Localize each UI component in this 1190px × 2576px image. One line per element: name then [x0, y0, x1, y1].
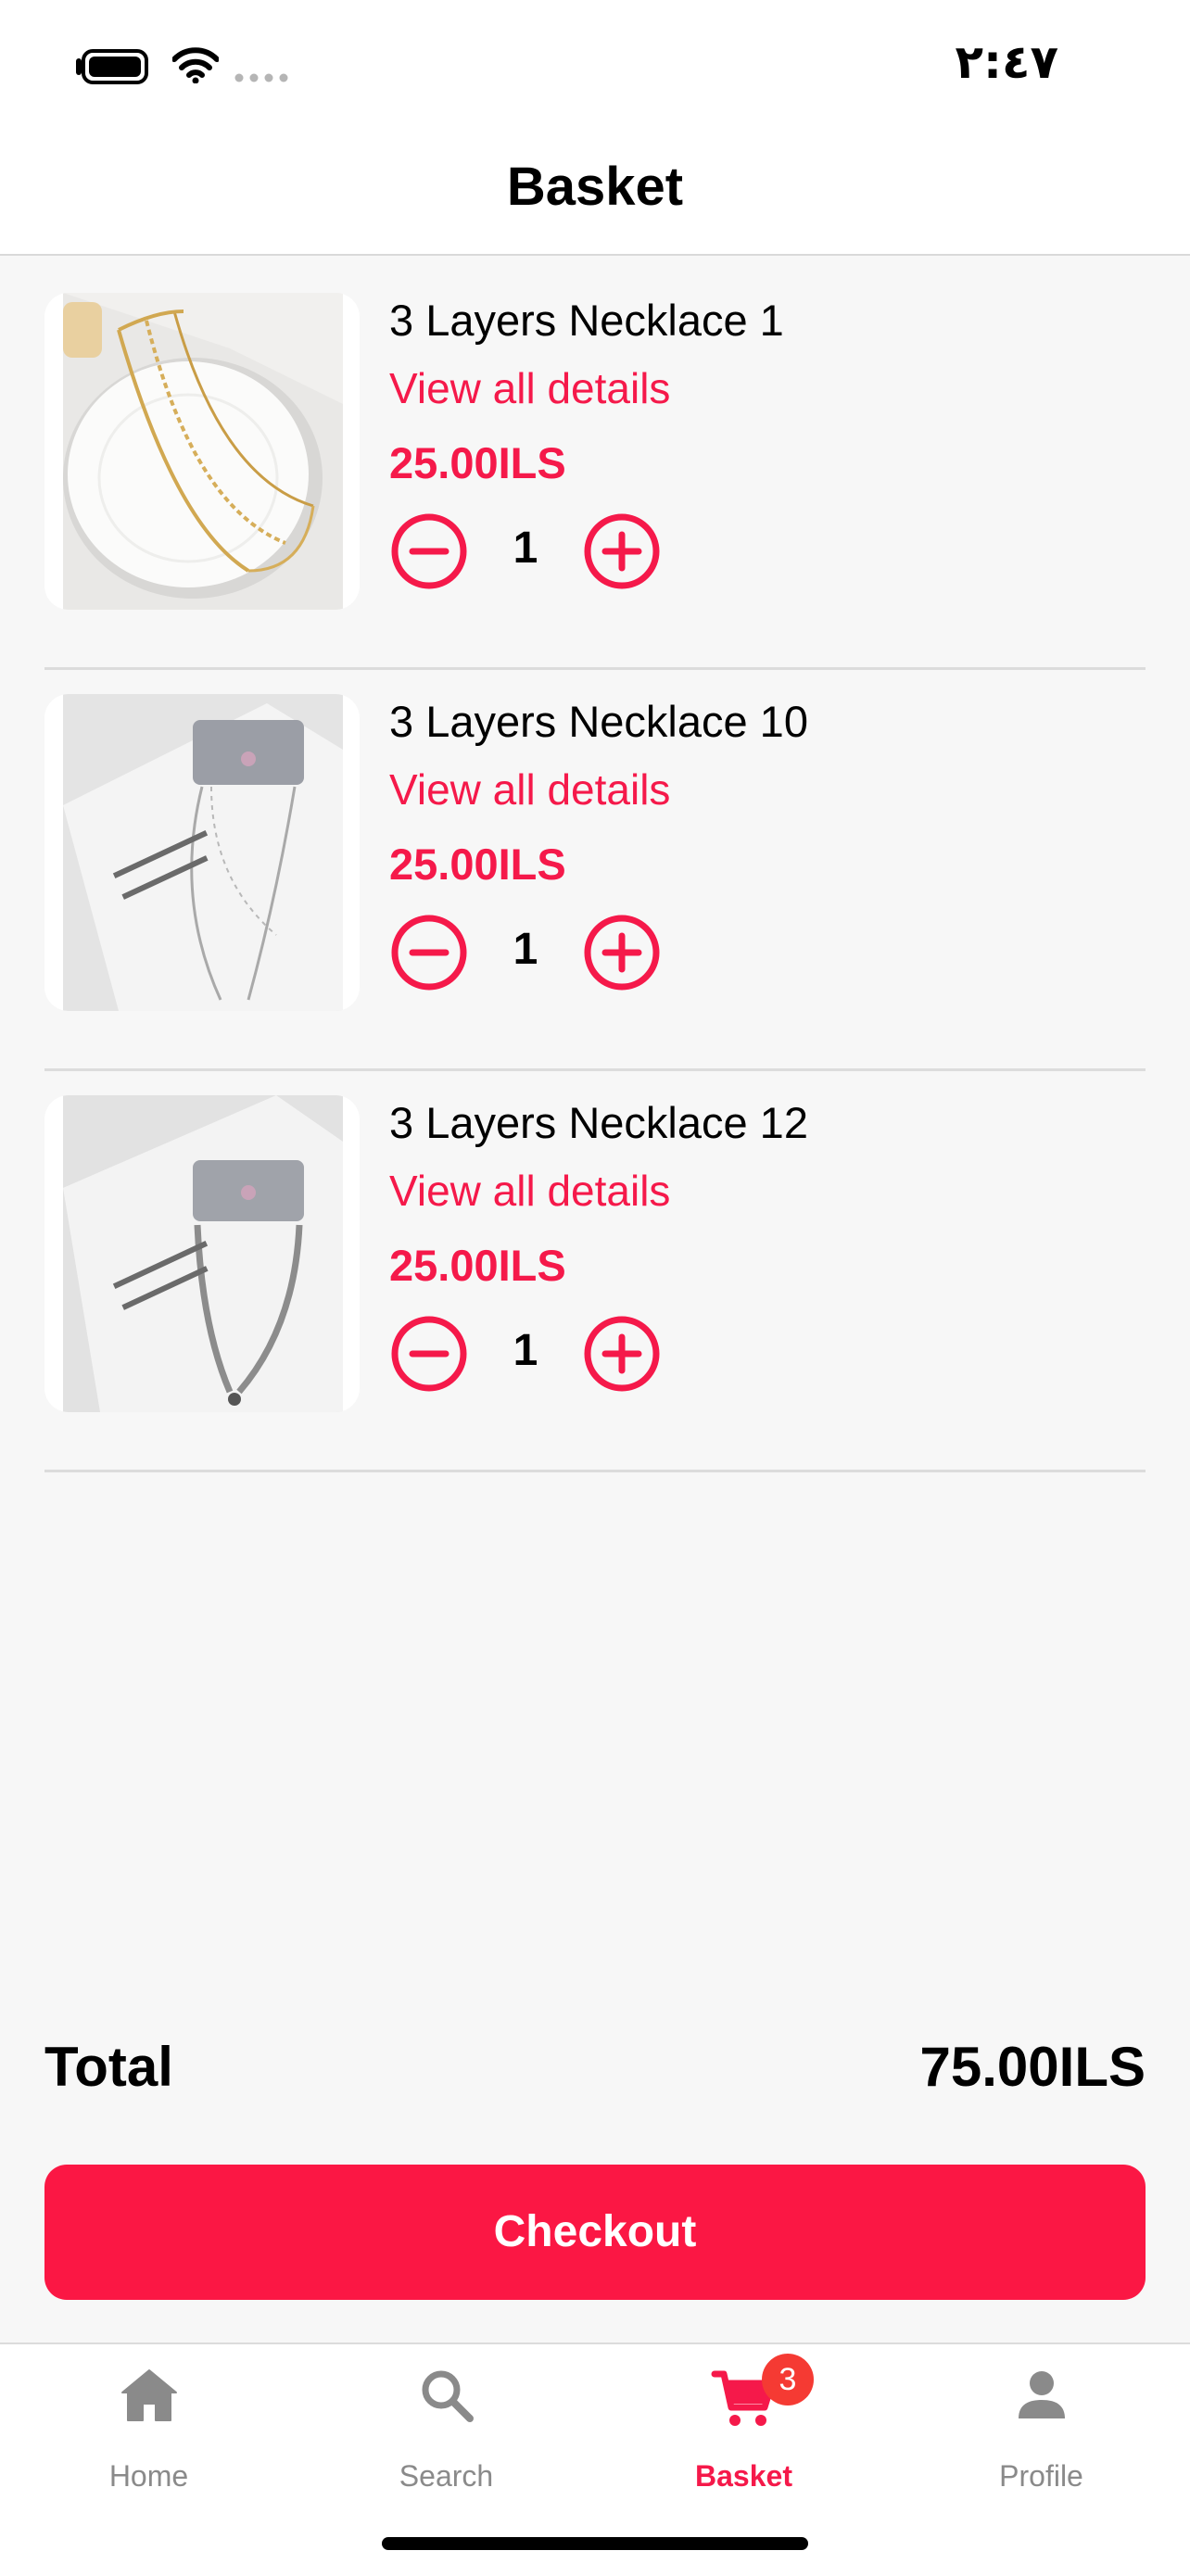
item-price: 25.00ILS — [389, 438, 566, 487]
tab-label: Search — [399, 2459, 494, 2493]
page-title: Basket — [506, 157, 684, 217]
tab-basket[interactable]: 3 Basket — [595, 2344, 892, 2511]
item-price: 25.00ILS — [389, 1241, 566, 1290]
wifi-icon — [172, 47, 219, 83]
total-value: 75.00ILS — [919, 2036, 1146, 2098]
cart-count-badge: 3 — [762, 2354, 814, 2406]
cell-signal-icon — [234, 73, 288, 82]
decrease-quantity-icon[interactable] — [389, 511, 469, 591]
basket-item: 3 Layers Necklace 1 View all details 25.… — [44, 269, 1146, 670]
basket-item: 3 Layers Necklace 10 View all details 25… — [44, 670, 1146, 1071]
quantity-stepper: 1 — [389, 511, 686, 591]
product-thumbnail[interactable] — [44, 694, 360, 1011]
checkout-button[interactable]: Checkout — [44, 2165, 1146, 2300]
decrease-quantity-icon[interactable] — [389, 1314, 469, 1394]
tab-label: Profile — [999, 2459, 1083, 2493]
home-icon — [120, 2369, 177, 2421]
person-icon — [1018, 2371, 1065, 2418]
battery-icon — [82, 49, 148, 84]
basket-list: 3 Layers Necklace 1 View all details 25.… — [44, 269, 1146, 1472]
total-label: Total — [44, 2036, 173, 2098]
status-time: ٢:٤٧ — [955, 35, 1058, 89]
item-price: 25.00ILS — [389, 840, 566, 889]
tab-profile[interactable]: Profile — [892, 2344, 1190, 2511]
item-name: 3 Layers Necklace 10 — [389, 697, 808, 746]
increase-quantity-icon[interactable] — [582, 1314, 662, 1394]
view-details-link[interactable]: View all details — [389, 764, 670, 814]
silver-necklace-photo — [63, 694, 343, 1011]
quantity-stepper: 1 — [389, 1314, 686, 1394]
silver-snake-necklace-photo — [63, 1095, 343, 1412]
top-header: ٢:٤٧ Basket — [0, 0, 1190, 256]
product-thumbnail[interactable] — [44, 293, 360, 610]
search-icon — [422, 2370, 474, 2422]
quantity-stepper: 1 — [389, 913, 686, 992]
tab-home[interactable]: Home — [0, 2344, 298, 2511]
item-name: 3 Layers Necklace 12 — [389, 1098, 808, 1147]
increase-quantity-icon[interactable] — [582, 913, 662, 992]
view-details-link[interactable]: View all details — [389, 363, 670, 413]
view-details-link[interactable]: View all details — [389, 1166, 670, 1216]
quantity-value: 1 — [513, 524, 538, 573]
gold-necklace-photo — [63, 293, 343, 610]
product-thumbnail[interactable] — [44, 1095, 360, 1412]
quantity-value: 1 — [513, 925, 538, 974]
tab-search[interactable]: Search — [298, 2344, 595, 2511]
battery-cap — [76, 58, 82, 75]
tab-label: Basket — [695, 2459, 792, 2493]
decrease-quantity-icon[interactable] — [389, 913, 469, 992]
increase-quantity-icon[interactable] — [582, 511, 662, 591]
tab-label: Home — [108, 2459, 189, 2493]
item-name: 3 Layers Necklace 1 — [389, 296, 784, 345]
basket-item: 3 Layers Necklace 12 View all details 25… — [44, 1071, 1146, 1472]
home-indicator — [382, 2537, 808, 2550]
quantity-value: 1 — [513, 1326, 538, 1375]
